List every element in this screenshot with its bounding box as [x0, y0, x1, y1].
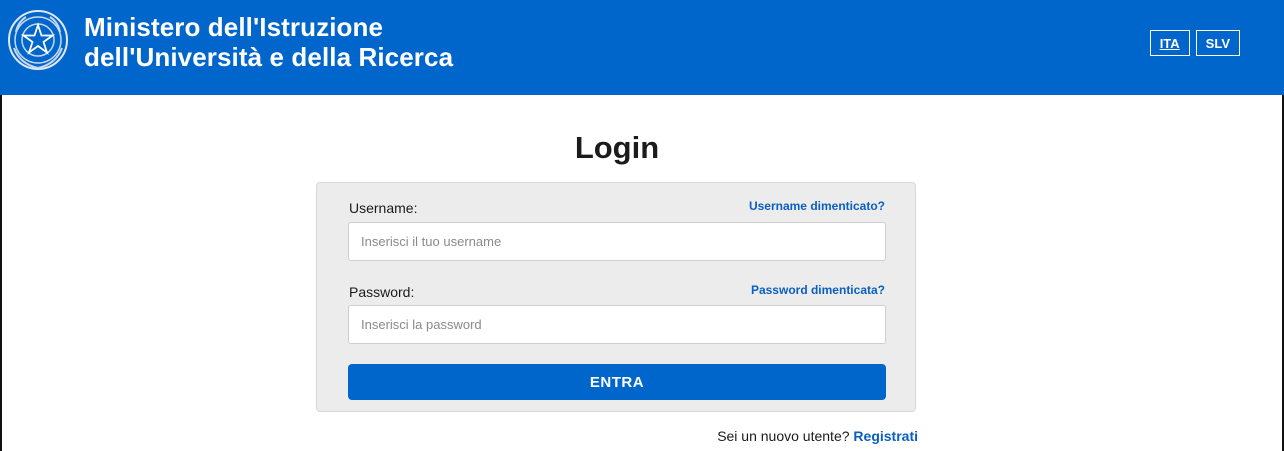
password-input[interactable] — [348, 305, 886, 344]
language-ita-button[interactable]: ITA — [1149, 30, 1190, 56]
login-submit-button[interactable]: ENTRA — [348, 364, 886, 400]
language-switcher: ITA SLV — [1149, 30, 1240, 56]
site-header: Ministero dell'Istruzione dell'Universit… — [0, 0, 1284, 95]
username-input[interactable] — [348, 222, 886, 261]
page-title: Login — [574, 130, 660, 165]
italian-republic-emblem-icon — [8, 10, 68, 70]
ministry-title: Ministero dell'Istruzione dell'Universit… — [84, 12, 453, 72]
password-label: Password: — [349, 284, 415, 300]
username-label: Username: — [349, 200, 418, 216]
forgot-username-link[interactable]: Username dimenticato? — [749, 199, 885, 213]
register-prompt-row: Sei un nuovo utente? Registrati — [717, 428, 918, 444]
login-form: Username: Username dimenticato? Password… — [316, 182, 916, 412]
language-slv-button[interactable]: SLV — [1195, 30, 1240, 56]
ministry-title-line2: dell'Università e della Ricerca — [84, 42, 454, 72]
register-prompt-text: Sei un nuovo utente? — [717, 428, 850, 444]
forgot-password-link[interactable]: Password dimenticata? — [751, 283, 885, 297]
ministry-title-line1: Ministero dell'Istruzione — [84, 12, 384, 42]
register-link[interactable]: Registrati — [853, 428, 918, 444]
